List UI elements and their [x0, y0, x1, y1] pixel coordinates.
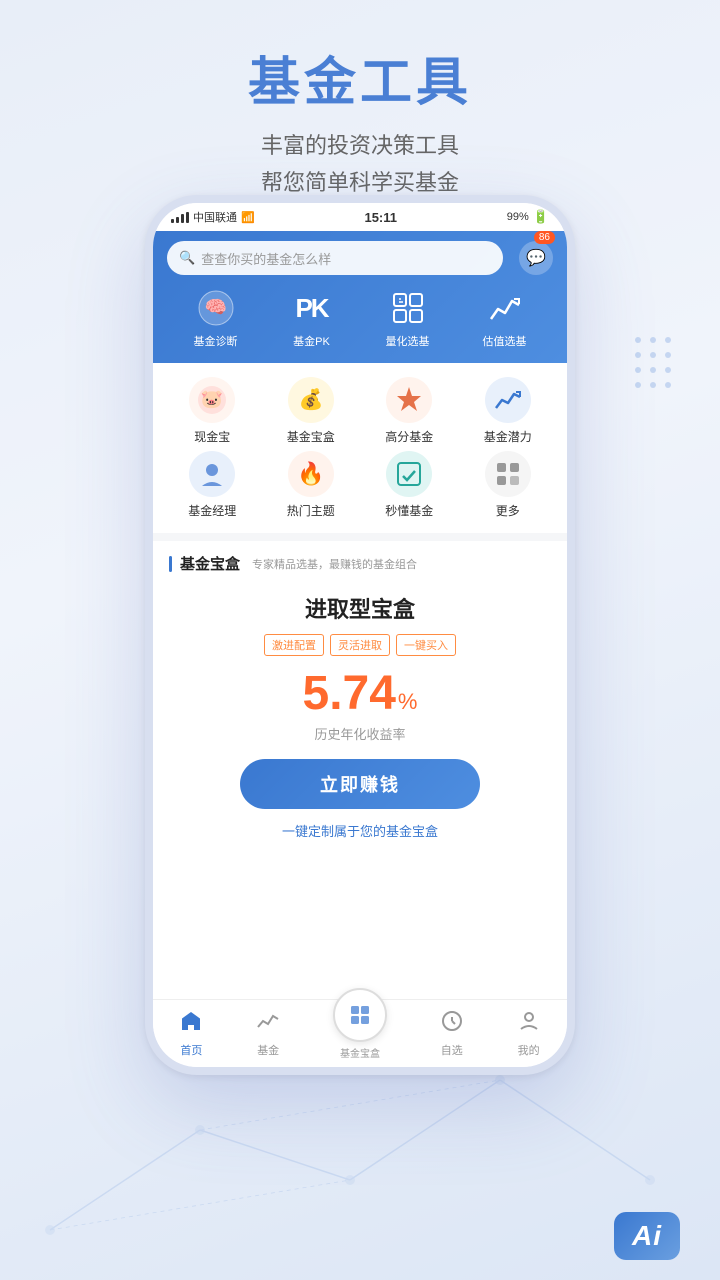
- hot-icon: 🔥: [288, 451, 334, 497]
- section-title: 基金宝盒: [180, 553, 240, 574]
- pk-icon: PK: [291, 287, 333, 329]
- profile-icon: [517, 1009, 541, 1039]
- grid-item-potential[interactable]: 基金潜力: [464, 377, 552, 445]
- bottom-nav: 首页 基金 基金宝盒: [153, 999, 567, 1067]
- fund-rate: 5.74: [303, 670, 396, 718]
- wifi-icon: 📶: [241, 211, 255, 224]
- tool-item-pk[interactable]: PK 基金PK: [291, 287, 333, 349]
- hot-label: 热门主题: [287, 502, 335, 519]
- message-icon: 💬: [526, 248, 546, 268]
- more-label: 更多: [496, 502, 520, 519]
- grid-item-cash[interactable]: 🐷 现金宝: [168, 377, 256, 445]
- quant-icon: [387, 287, 429, 329]
- earn-button[interactable]: 立即赚钱: [240, 759, 480, 809]
- nav-label-fund: 基金: [257, 1042, 279, 1058]
- more-icon: [485, 451, 531, 497]
- tool-label-quant: 量化选基: [386, 333, 430, 349]
- nav-label-watchlist: 自选: [441, 1042, 463, 1058]
- fundbox-center-button[interactable]: [333, 988, 387, 1042]
- grid-row-2: 基金经理 🔥 热门主题: [163, 451, 557, 519]
- watchlist-icon: [440, 1009, 464, 1039]
- grid-item-quick[interactable]: 秒懂基金: [365, 451, 453, 519]
- page-header: 基金工具 丰富的投资决策工具 帮您简单科学买基金: [0, 0, 720, 202]
- fund-tag-1: 灵活进取: [330, 634, 390, 656]
- svg-text:🧠: 🧠: [204, 297, 226, 317]
- message-badge: 86: [534, 231, 555, 244]
- tool-label-pk: 基金PK: [293, 333, 330, 349]
- cash-icon: 🐷: [189, 377, 235, 423]
- diagnosis-icon: 🧠: [195, 287, 237, 329]
- tool-label-diagnosis: 基金诊断: [194, 333, 238, 349]
- battery-label: 99%: [507, 211, 529, 223]
- tool-label-value: 估值选基: [483, 333, 527, 349]
- signal-icon: [171, 212, 189, 223]
- tool-item-diagnosis[interactable]: 🧠 基金诊断: [194, 287, 238, 349]
- home-icon: [179, 1009, 203, 1039]
- status-bar: 中国联通 📶 15:11 99% 🔋: [153, 203, 567, 231]
- svg-text:🔥: 🔥: [297, 461, 324, 486]
- nav-label-home: 首页: [180, 1042, 202, 1058]
- search-placeholder: 查查你买的基金怎么样: [201, 249, 491, 268]
- grid-row-1: 🐷 现金宝 💰 基金宝盒: [163, 377, 557, 445]
- fund-box-section: 基金宝盒 专家精品选基，最赚钱的基金组合 进取型宝盒 激进配置 灵活进取 一键买…: [153, 541, 567, 866]
- carrier-label: 中国联通: [193, 209, 237, 225]
- phone-frame: 中国联通 📶 15:11 99% 🔋 🔍 查查你买的基金怎么样 💬 86: [145, 195, 575, 1075]
- manager-label: 基金经理: [188, 502, 236, 519]
- section-bar: [169, 556, 172, 572]
- quick-icon: [386, 451, 432, 497]
- nav-item-home[interactable]: 首页: [179, 1009, 203, 1058]
- page-title: 基金工具: [0, 40, 720, 115]
- fund-rate-unit: %: [398, 689, 418, 715]
- nav-item-profile[interactable]: 我的: [517, 1009, 541, 1058]
- app-header: 🔍 查查你买的基金怎么样 💬 86 🧠 基金诊断: [153, 231, 567, 363]
- fund-icon: [256, 1009, 280, 1039]
- fund-tag-0: 激进配置: [264, 634, 324, 656]
- tool-item-quant[interactable]: 量化选基: [386, 287, 430, 349]
- fundbox-label: 基金宝盒: [287, 428, 335, 445]
- section-divider: [153, 533, 567, 541]
- fund-tags: 激进配置 灵活进取 一键买入: [169, 634, 551, 656]
- svg-text:🐷: 🐷: [201, 389, 223, 409]
- grid-item-manager[interactable]: 基金经理: [168, 451, 256, 519]
- grid-item-fundbox[interactable]: 💰 基金宝盒: [267, 377, 355, 445]
- grid-section: 🐷 现金宝 💰 基金宝盒: [153, 363, 567, 533]
- customize-link[interactable]: 一键定制属于您的基金宝盒: [169, 821, 551, 840]
- manager-icon: [189, 451, 235, 497]
- tool-icons-row: 🧠 基金诊断 PK 基金PK: [167, 287, 553, 349]
- svg-text:💰: 💰: [298, 387, 323, 411]
- search-icon: 🔍: [179, 250, 195, 266]
- message-button[interactable]: 💬 86: [519, 241, 553, 275]
- potential-icon: [485, 377, 531, 423]
- ai-badge: Ai: [614, 1212, 680, 1260]
- section-title-row: 基金宝盒 专家精品选基，最赚钱的基金组合: [169, 553, 551, 574]
- nav-label-profile: 我的: [518, 1042, 540, 1058]
- fund-rate-label: 历史年化收益率: [169, 724, 551, 743]
- grid-item-hot[interactable]: 🔥 热门主题: [267, 451, 355, 519]
- highscore-label: 高分基金: [385, 428, 433, 445]
- cash-label: 现金宝: [194, 428, 230, 445]
- grid-item-more[interactable]: 更多: [464, 451, 552, 519]
- time-label: 15:11: [364, 210, 397, 225]
- quick-label: 秒懂基金: [385, 502, 433, 519]
- value-icon: [484, 287, 526, 329]
- nav-item-fund[interactable]: 基金: [256, 1009, 280, 1058]
- fundbox-icon: 💰: [288, 377, 334, 423]
- highscore-icon: [386, 377, 432, 423]
- page-subtitle: 丰富的投资决策工具 帮您简单科学买基金: [0, 127, 720, 202]
- fund-card: 进取型宝盒 激进配置 灵活进取 一键买入 5.74 % 历史年化收益率 立即赚钱…: [169, 586, 551, 854]
- fund-card-title: 进取型宝盒: [169, 592, 551, 624]
- phone-mockup: 中国联通 📶 15:11 99% 🔋 🔍 查查你买的基金怎么样 💬 86: [145, 195, 575, 1075]
- content-area: 🐷 现金宝 💰 基金宝盒: [153, 363, 567, 866]
- tool-item-value[interactable]: 估值选基: [483, 287, 527, 349]
- grid-item-highscore[interactable]: 高分基金: [365, 377, 453, 445]
- potential-label: 基金潜力: [484, 428, 532, 445]
- search-bar[interactable]: 🔍 查查你买的基金怎么样: [167, 241, 503, 275]
- nav-item-watchlist[interactable]: 自选: [440, 1009, 464, 1058]
- section-desc: 专家精品选基，最赚钱的基金组合: [252, 556, 417, 572]
- nav-label-fundbox: 基金宝盒: [340, 1045, 380, 1060]
- nav-item-fundbox-center[interactable]: 基金宝盒: [333, 1008, 387, 1060]
- fund-tag-2: 一键买入: [396, 634, 456, 656]
- battery-icon: 🔋: [533, 209, 549, 225]
